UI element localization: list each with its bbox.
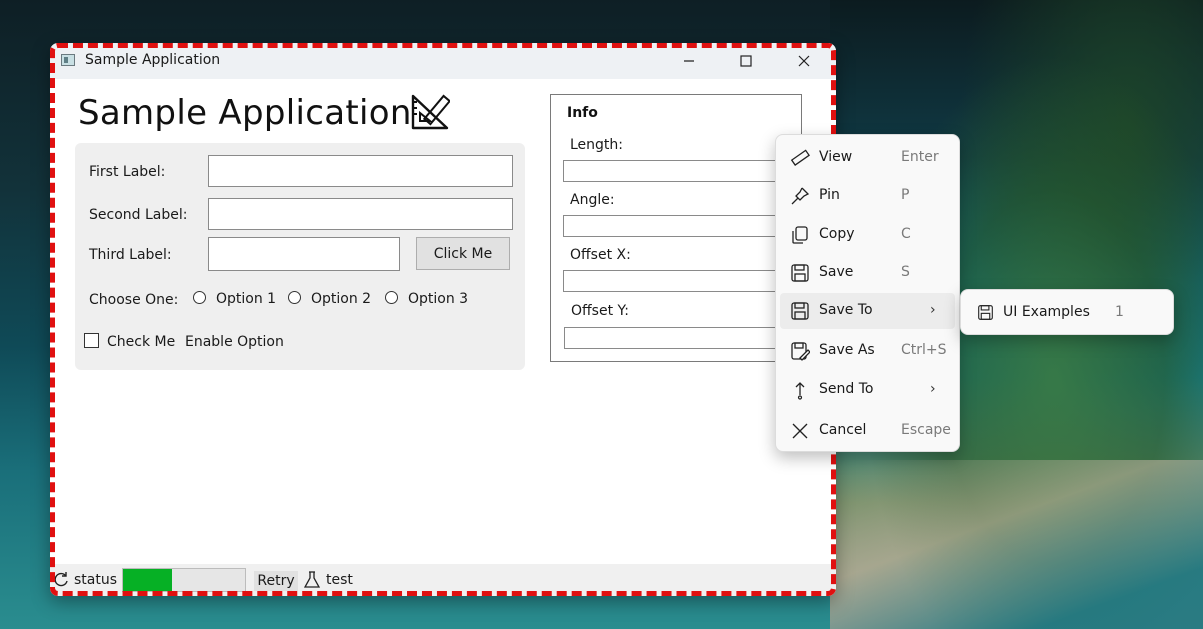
save-to-submenu: UI Examples 1 (960, 289, 1174, 335)
save-icon (978, 305, 993, 320)
page-title: Sample Application (78, 93, 412, 133)
length-field[interactable] (563, 160, 803, 182)
choose-one-label: Choose One: (89, 292, 179, 308)
option-1-label[interactable]: Option 1 (216, 291, 276, 307)
offset-y-label: Offset Y: (571, 303, 629, 319)
menu-item-shortcut: Enter (901, 149, 939, 165)
option-2-radio[interactable] (288, 291, 301, 304)
send-icon (795, 382, 805, 400)
save-icon (791, 302, 809, 320)
pin-icon (791, 187, 810, 205)
check-me-checkbox[interactable] (84, 333, 99, 348)
enable-option-label: Enable Option (185, 334, 284, 350)
app-icon (61, 54, 75, 66)
third-field[interactable] (208, 237, 400, 271)
context-menu: View Enter Pin P Copy C Save S Save To ›… (775, 134, 960, 452)
angle-label: Angle: (570, 192, 615, 208)
copy-icon (792, 226, 808, 244)
menu-item-label: Copy (819, 226, 855, 242)
chevron-right-icon: › (930, 302, 936, 318)
second-field[interactable] (208, 198, 513, 230)
flask-icon (304, 571, 320, 588)
menu-item-label: Save As (819, 342, 875, 358)
first-field[interactable] (208, 155, 513, 187)
menu-item-send-to[interactable]: Send To › (780, 372, 955, 408)
angle-field[interactable] (563, 215, 803, 237)
info-title: Info (567, 105, 598, 121)
menu-item-cancel[interactable]: Cancel Escape (780, 413, 955, 449)
minimize-button[interactable] (666, 47, 712, 75)
menu-item-label: View (819, 149, 853, 165)
window-title: Sample Application (85, 52, 221, 68)
offset-y-field[interactable] (564, 327, 804, 349)
menu-item-save-as[interactable]: Save As Ctrl+S (780, 333, 955, 369)
menu-item-copy[interactable]: Copy C (780, 217, 955, 253)
menu-item-shortcut: Ctrl+S (901, 342, 947, 358)
close-icon (798, 55, 810, 67)
title-bar[interactable]: Sample Application (50, 43, 836, 79)
refresh-icon (54, 572, 68, 587)
click-me-button[interactable]: Click Me (416, 237, 510, 270)
ruler-icon (790, 149, 810, 166)
test-label: test (326, 572, 353, 588)
progress-bar (122, 568, 246, 592)
option-1-radio[interactable] (193, 291, 206, 304)
first-label: First Label: (89, 164, 166, 180)
close-button[interactable] (781, 47, 827, 75)
ruler-triangle-icon (411, 94, 450, 130)
check-me-label[interactable]: Check Me (107, 334, 175, 350)
menu-item-label: Cancel (819, 422, 867, 438)
submenu-item-shortcut: 1 (1115, 304, 1124, 320)
maximize-button[interactable] (723, 47, 769, 75)
save-as-icon (791, 342, 810, 361)
retry-button[interactable]: Retry (254, 571, 298, 591)
menu-item-save[interactable]: Save S (780, 255, 955, 291)
offset-x-label: Offset X: (570, 247, 631, 263)
chevron-right-icon: › (930, 381, 936, 397)
submenu-item-ui-examples[interactable]: UI Examples 1 (965, 295, 1169, 331)
status-label: status (74, 572, 118, 588)
maximize-icon (740, 55, 752, 67)
offset-x-field[interactable] (563, 270, 803, 292)
menu-item-save-to[interactable]: Save To › (780, 293, 955, 329)
option-3-radio[interactable] (385, 291, 398, 304)
third-label: Third Label: (89, 247, 172, 263)
option-2-label[interactable]: Option 2 (311, 291, 371, 307)
menu-item-shortcut: C (901, 226, 911, 242)
menu-item-shortcut: P (901, 187, 910, 203)
status-bar: status Retry test (50, 564, 836, 596)
menu-item-label: Save To (819, 302, 873, 318)
form-panel: First Label: Second Label: Third Label: … (75, 143, 525, 370)
menu-item-view[interactable]: View Enter (780, 140, 955, 176)
menu-item-shortcut: Escape (901, 422, 951, 438)
menu-item-pin[interactable]: Pin P (780, 178, 955, 214)
progress-fill (123, 569, 172, 591)
length-label: Length: (570, 137, 624, 153)
menu-item-shortcut: S (901, 264, 910, 280)
menu-item-label: Pin (819, 187, 840, 203)
close-icon (792, 423, 808, 439)
menu-item-label: Save (819, 264, 854, 280)
minimize-icon (684, 60, 694, 62)
option-3-label[interactable]: Option 3 (408, 291, 468, 307)
save-icon (791, 264, 809, 282)
info-groupbox: Info Length: Angle: Offset X: Offset Y: (550, 94, 804, 362)
submenu-item-label: UI Examples (1003, 304, 1090, 320)
second-label: Second Label: (89, 207, 188, 223)
menu-item-label: Send To (819, 381, 874, 397)
desktop-background-shore (830, 460, 1203, 629)
app-window: Sample Application Sample Application Fi… (50, 43, 836, 596)
